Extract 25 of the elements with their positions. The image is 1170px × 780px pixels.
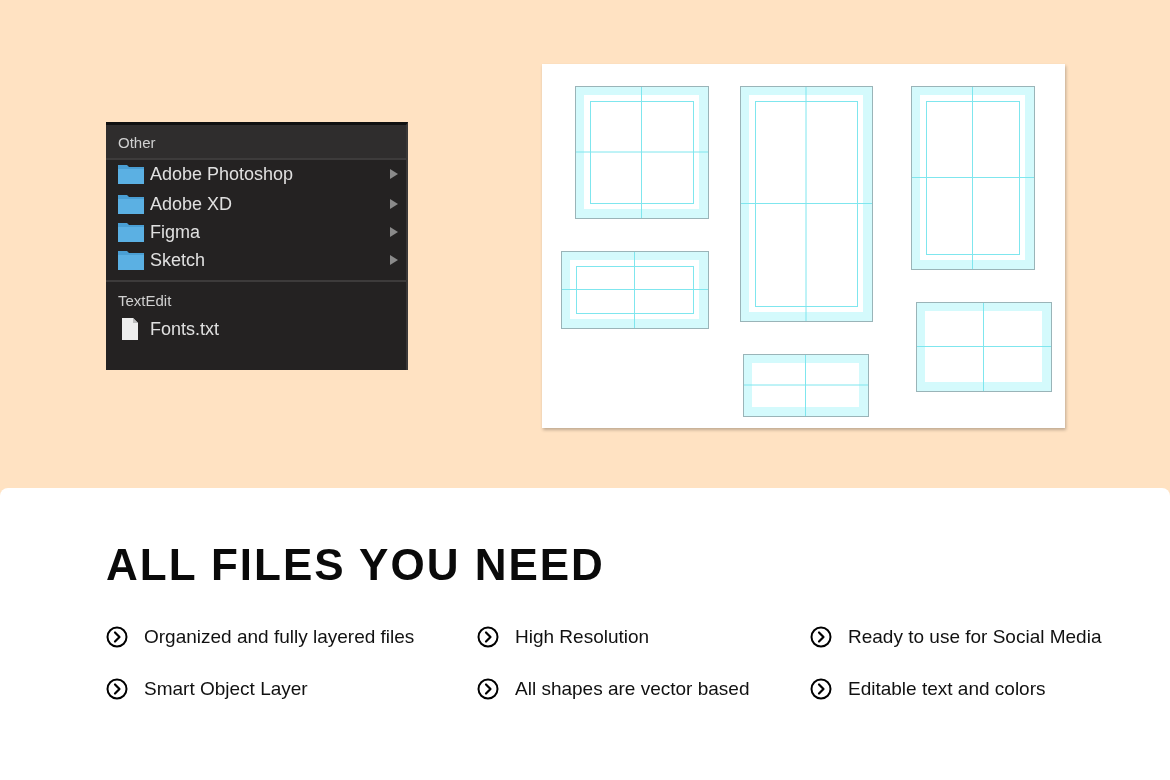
folder-icon [118, 222, 144, 242]
feature-text: Ready to use for Social Media [848, 626, 1102, 648]
menu-item[interactable]: Sketch [106, 246, 406, 274]
section-title: Other [106, 125, 406, 160]
section-title: TextEdit [117, 291, 173, 311]
folder-icon [118, 250, 144, 270]
menu-item[interactable]: Figma [106, 218, 406, 246]
chevron-circle-icon [106, 678, 128, 700]
menu-item[interactable]: Adobe Photoshop [106, 160, 406, 188]
folder-icon [118, 164, 144, 184]
heading: ALL FILES YOU NEED [106, 540, 606, 590]
chevron-circle-icon [810, 678, 832, 700]
feature-text: Editable text and colors [848, 678, 1046, 700]
feature-text: Smart Object Layer [144, 678, 308, 700]
chevron-circle-icon [477, 626, 499, 648]
folder-icon [118, 194, 144, 214]
feature-text: Organized and fully layered files [144, 626, 415, 648]
feature-text: All shapes are vector based [515, 678, 750, 700]
chevron-circle-icon [810, 626, 832, 648]
chevron-circle-icon [477, 678, 499, 700]
menu-item[interactable]: Adobe XD [106, 190, 406, 218]
document-icon [122, 318, 138, 340]
chevron-circle-icon [106, 626, 128, 648]
feature-text: High Resolution [515, 626, 650, 648]
menu-item[interactable]: Fonts.txt [106, 315, 406, 343]
